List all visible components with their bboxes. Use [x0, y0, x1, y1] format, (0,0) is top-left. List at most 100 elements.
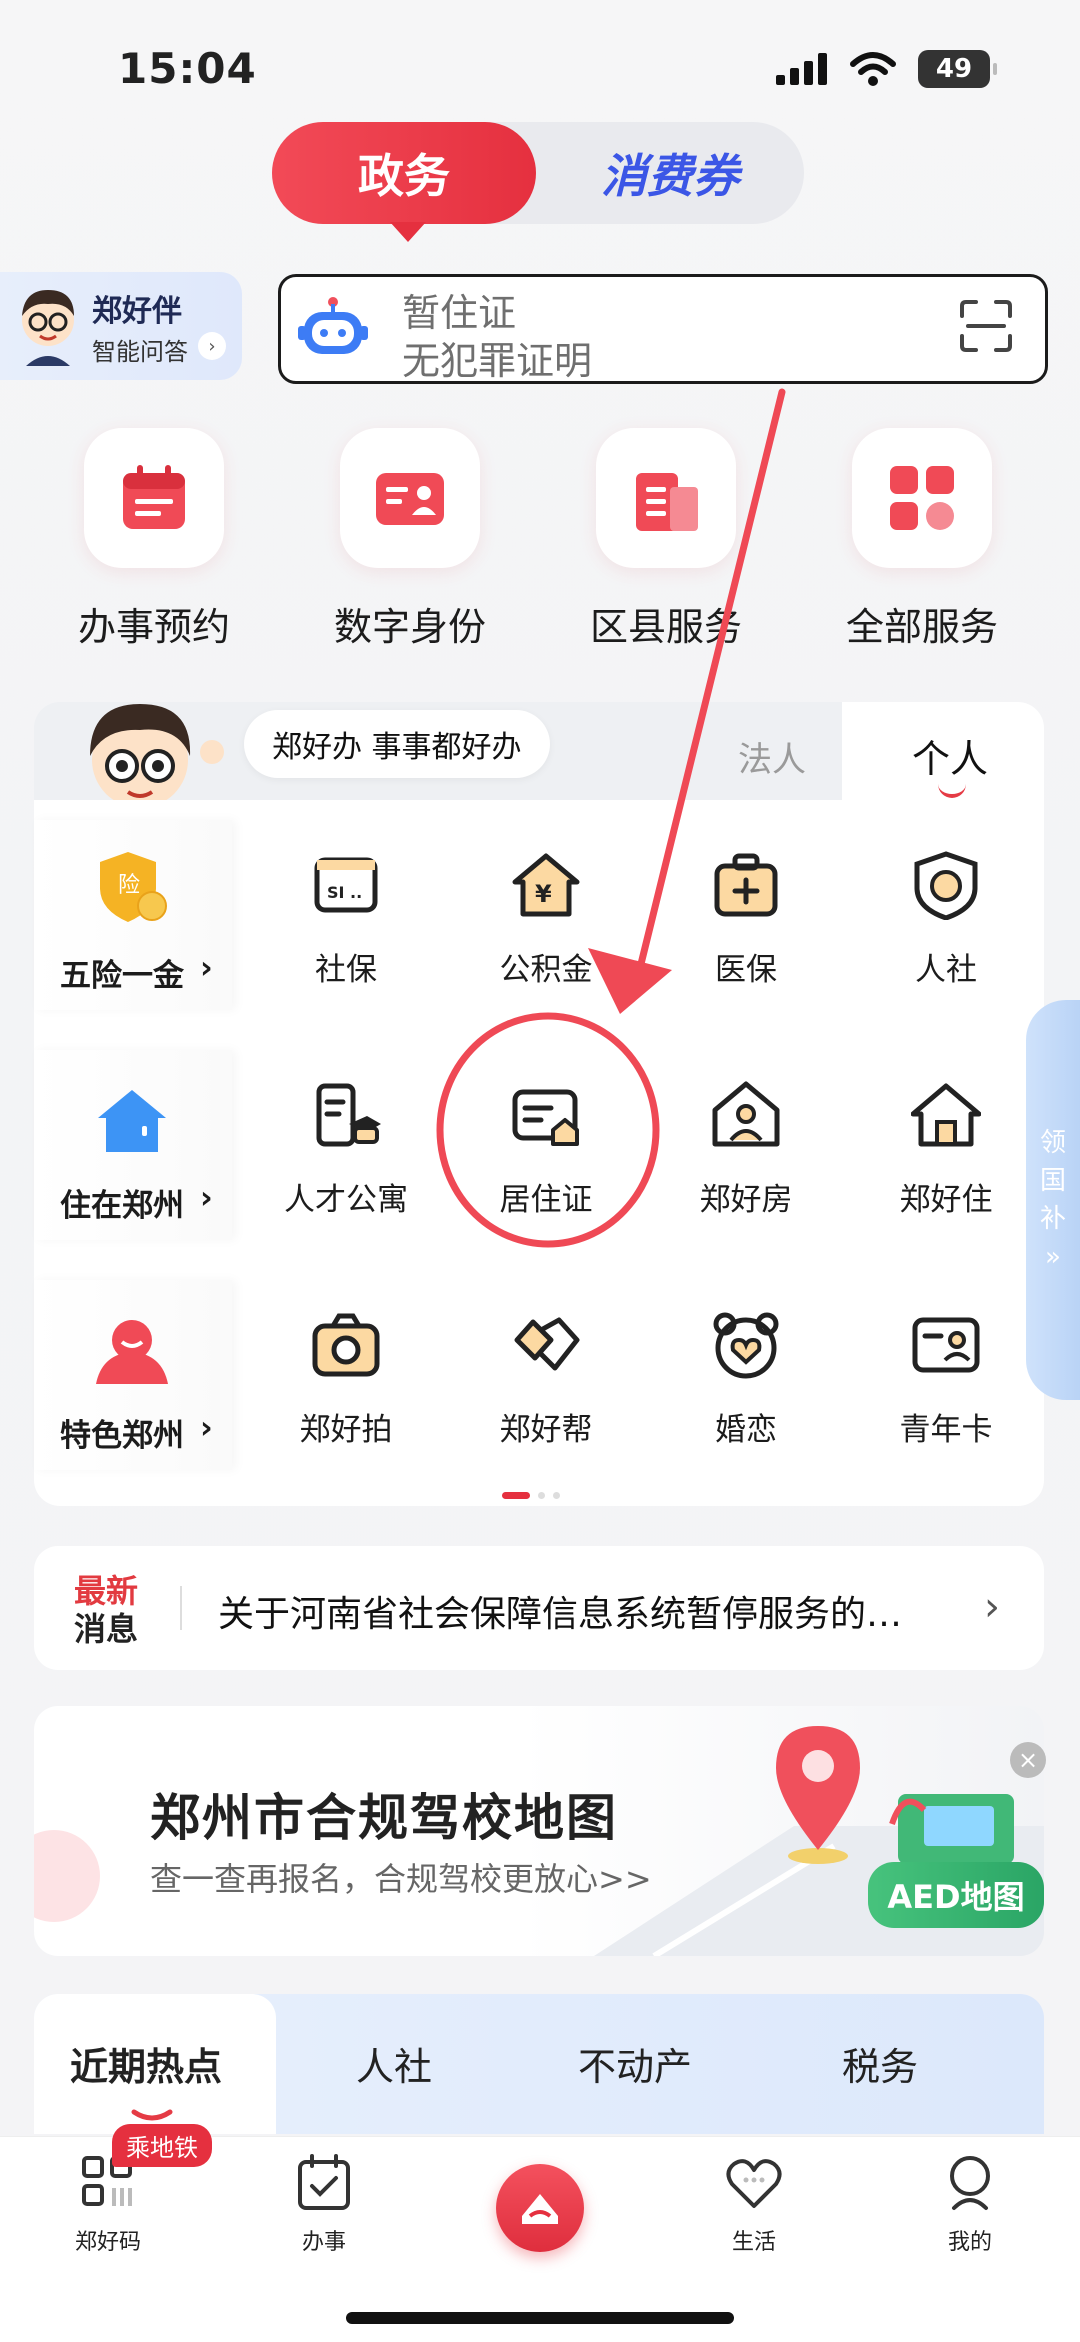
grid-item-housing-fund[interactable]: ¥ 公积金	[446, 850, 646, 989]
battery-level: 49	[935, 54, 973, 84]
chevron-right-icon[interactable]: ›	[984, 1584, 1000, 1630]
tab-active-indicator	[131, 2109, 173, 2121]
id-card-icon	[376, 473, 444, 525]
side-tab-arrow: »	[1045, 1242, 1061, 1272]
grid-item-label: 人社	[915, 952, 977, 988]
tab-legal[interactable]: 法人	[738, 732, 806, 781]
grid-item-label: 青年卡	[899, 1412, 993, 1448]
checklist-icon	[298, 2154, 350, 2210]
scan-icon[interactable]	[958, 298, 1014, 354]
search-box[interactable]	[278, 274, 1048, 384]
grid-item-label: 医保	[715, 952, 777, 988]
status-icons: 49	[776, 50, 997, 88]
chevron-right-icon: ›	[200, 1180, 213, 1216]
grid-item-dating[interactable]: 婚恋	[646, 1310, 846, 1449]
handshake-icon	[514, 1317, 580, 1371]
svg-text:SI ..: SI ..	[327, 883, 362, 902]
grid-item-zheng-help[interactable]: 郑好帮	[446, 1310, 646, 1449]
grid-item-label: 社保	[315, 952, 377, 988]
nav-label: 我的	[947, 2230, 992, 2255]
landmark-icon	[96, 1320, 168, 1384]
tab-real-estate[interactable]: 不动产	[578, 2036, 692, 2091]
assistant-subtitle: 智能问答	[92, 338, 188, 366]
grid-item-zheng-living[interactable]: 郑好住	[846, 1080, 1046, 1219]
row-head-living[interactable]: 住在郑州 ›	[34, 1050, 232, 1240]
row-head-label: 特色郑州	[60, 1418, 184, 1454]
tab-tax[interactable]: 税务	[842, 2036, 918, 2091]
service-appointment[interactable]: 办事预约	[26, 428, 282, 651]
toggle-gov[interactable]: 政务	[272, 122, 536, 242]
home-center-button[interactable]	[496, 2164, 584, 2252]
grid-item-label: 公积金	[499, 952, 593, 988]
row-head-label: 住在郑州	[60, 1188, 184, 1224]
aed-map-label: AED地图	[887, 1878, 1025, 1916]
chevron-right-icon: ›	[198, 332, 226, 360]
close-icon[interactable]: ×	[1010, 1742, 1046, 1778]
metro-badge[interactable]: 乘地铁	[112, 2124, 212, 2167]
category-motto: 郑好办 事事都好办	[244, 710, 550, 778]
page-indicator	[502, 1492, 560, 1499]
side-subsidy-tab[interactable]: 领 国 补 »	[1026, 1000, 1080, 1400]
news-tag-message: 消息	[74, 1610, 139, 1648]
nav-me[interactable]: 我的	[890, 2152, 1050, 2256]
grid-item-zheng-photo[interactable]: 郑好拍	[246, 1310, 446, 1449]
grid-item-residence-permit[interactable]: 居住证	[446, 1080, 646, 1219]
side-tab-char: 领	[1039, 1128, 1066, 1158]
banner-subtitle: 查一查再报名，合规驾校更放心>>	[150, 1860, 652, 1898]
camera-icon	[312, 1313, 380, 1377]
building-icon	[636, 473, 698, 531]
toggle-coupon[interactable]: 消费券	[560, 122, 780, 224]
chevron-right-icon: ›	[200, 1410, 213, 1446]
search-suggestion-1: 暂住证	[402, 291, 517, 335]
row-head-featured[interactable]: 特色郑州 ›	[34, 1280, 232, 1470]
talent-apartment-icon	[316, 1083, 381, 1147]
tab-personal[interactable]: 个人	[912, 728, 988, 783]
service-all[interactable]: 全部服务	[794, 428, 1050, 651]
side-tab-char: 国	[1039, 1166, 1066, 1196]
aed-map-button[interactable]: AED地图	[868, 1862, 1044, 1928]
grid-item-label: 郑好住	[899, 1182, 993, 1218]
shield-icon: 险	[100, 852, 167, 922]
banner-title: 郑州市合规驾校地图	[150, 1789, 618, 1847]
bear-heart-icon	[713, 1312, 779, 1379]
user-icon	[950, 2156, 990, 2210]
toggle-gov-label: 政务	[358, 149, 450, 203]
grid-item-label: 婚恋	[715, 1412, 777, 1448]
nav-zheng-code[interactable]: 郑好码	[28, 2152, 188, 2256]
grid-item-zheng-house[interactable]: 郑好房	[646, 1080, 846, 1219]
nav-life[interactable]: 生活	[674, 2152, 834, 2256]
service-digital-id[interactable]: 数字身份	[282, 428, 538, 651]
nav-label: 生活	[731, 2230, 776, 2255]
motto-text: 郑好办 事事都好办	[272, 730, 522, 765]
service-district-tile	[596, 428, 736, 568]
service-label: 数字身份	[333, 605, 486, 649]
tab-recent-hot[interactable]: 近期热点	[70, 2036, 222, 2091]
grid-item-hr-social[interactable]: 人社	[846, 850, 1046, 989]
calendar-icon	[123, 465, 185, 529]
grid-item-social-security[interactable]: SI .. 社保	[246, 850, 446, 989]
news-headline[interactable]: 关于河南省社会保障信息系统暂停服务的…	[218, 1585, 978, 1637]
housing-fund-icon: ¥	[512, 853, 580, 917]
row-head-insurance[interactable]: 险 五险一金 ›	[34, 820, 232, 1010]
tab-hr-social[interactable]: 人社	[356, 2036, 432, 2091]
chevron-right-icon: ›	[200, 950, 213, 986]
toggle-coupon-label: 消费券	[601, 149, 739, 203]
shield-badge-icon	[914, 851, 978, 921]
grid-item-youth-card[interactable]: 青年卡	[846, 1310, 1046, 1449]
side-tab-char: 补	[1039, 1204, 1066, 1234]
svg-text:险: 险	[118, 873, 140, 898]
service-all-tile	[852, 428, 992, 568]
service-label: 办事预约	[77, 605, 230, 649]
row-head-label: 五险一金	[60, 958, 184, 994]
assistant-title: 郑好伴	[92, 294, 182, 329]
assistant-avatar-icon	[22, 290, 74, 366]
grid-item-label: 居住证	[499, 1182, 593, 1218]
wifi-icon	[850, 52, 896, 86]
grid-item-medical-insurance[interactable]: 医保	[646, 850, 846, 989]
grid-item-talent-apartment[interactable]: 人才公寓	[246, 1080, 446, 1219]
grid-item-label: 郑好拍	[299, 1412, 393, 1448]
service-district[interactable]: 区县服务	[538, 428, 794, 651]
nav-affairs[interactable]: 办事	[244, 2152, 404, 2256]
page-dot	[538, 1492, 545, 1499]
home-logo-icon	[522, 2194, 558, 2224]
